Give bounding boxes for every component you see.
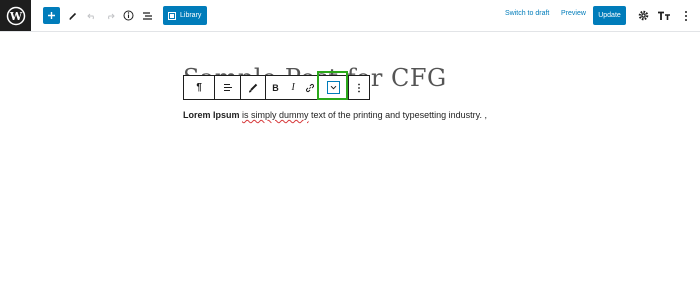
add-block-button[interactable] — [43, 7, 60, 24]
bold-button[interactable]: B — [266, 76, 285, 99]
wordpress-logo-button[interactable]: W — [0, 0, 31, 31]
preview-button[interactable]: Preview — [561, 10, 586, 17]
misspelled-text: is simply dummy — [242, 110, 309, 120]
library-icon — [168, 11, 176, 20]
more-vertical-icon — [358, 83, 361, 92]
tools-button[interactable] — [66, 0, 80, 31]
details-button[interactable] — [121, 0, 135, 31]
settings-button[interactable] — [636, 0, 650, 31]
block-options-button[interactable] — [349, 76, 369, 99]
paragraph-rest-text: text of the printing and typesetting ind… — [308, 110, 487, 120]
undo-button[interactable] — [85, 0, 99, 31]
brush-icon — [249, 83, 258, 92]
svg-text:W: W — [8, 10, 22, 23]
more-vertical-icon — [685, 10, 687, 21]
link-button[interactable] — [301, 76, 318, 99]
paragraph-icon: ¶ — [196, 82, 202, 93]
paragraph-block[interactable]: Lorem Ipsum is simply dummy text of the … — [183, 110, 487, 120]
redo-icon — [108, 13, 115, 19]
block-type-button[interactable]: ¶ — [184, 76, 216, 99]
gear-icon — [638, 10, 648, 21]
redo-button[interactable] — [103, 0, 117, 31]
list-view-button[interactable] — [140, 0, 154, 31]
bold-label: B — [272, 82, 279, 93]
undo-icon — [87, 13, 94, 19]
link-icon — [305, 83, 314, 92]
update-button[interactable]: Update — [593, 6, 626, 25]
list-view-icon — [142, 11, 152, 20]
bold-text: Lorem Ipsum — [183, 110, 240, 120]
switch-to-draft-button[interactable]: Switch to draft — [505, 10, 549, 17]
align-left-icon — [223, 84, 232, 91]
typography-button[interactable] — [656, 0, 672, 31]
italic-button[interactable]: I — [285, 76, 302, 99]
pencil-icon — [69, 12, 77, 20]
library-button[interactable]: Library — [163, 6, 207, 25]
editor-header: W Library Switch to draft Preview Update — [0, 0, 700, 32]
wordpress-icon: W — [6, 6, 25, 25]
library-label: Library — [180, 12, 202, 19]
highlight-button[interactable] — [241, 76, 267, 99]
italic-label: I — [291, 82, 295, 93]
align-button[interactable] — [215, 76, 241, 99]
highlight-annotation — [317, 71, 348, 100]
options-menu-button[interactable] — [680, 0, 692, 31]
typography-icon — [658, 11, 670, 20]
plus-icon — [48, 12, 55, 19]
info-icon — [123, 10, 133, 21]
